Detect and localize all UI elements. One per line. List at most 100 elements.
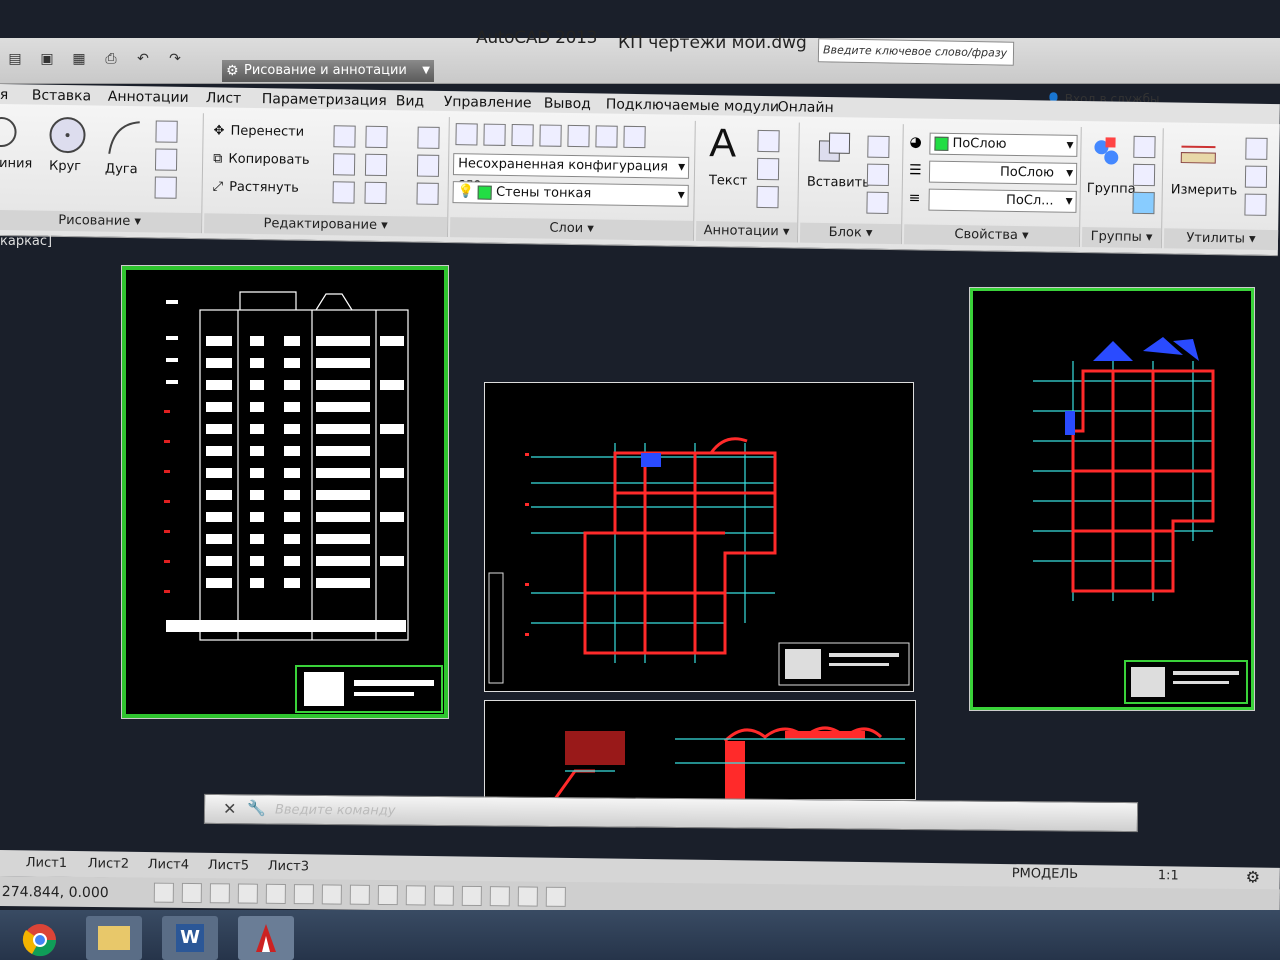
layer-state-dropdown[interactable]: Несохраненная конфигурация сло▼: [452, 153, 690, 192]
ducs-icon[interactable]: [377, 884, 398, 906]
tab-manage[interactable]: Управление: [444, 94, 532, 111]
modify-panel-title[interactable]: Редактирование ▾: [203, 213, 448, 238]
fillet-icon[interactable]: [364, 153, 388, 177]
layout-tab-2[interactable]: Лист2: [88, 856, 129, 872]
close-icon[interactable]: ✕: [223, 799, 237, 818]
chrome-icon[interactable]: [14, 916, 64, 960]
copy-button[interactable]: ⧉ Копировать: [213, 151, 310, 168]
file-explorer-icon[interactable]: [86, 916, 142, 960]
layout-tab-3[interactable]: Лист3: [268, 859, 309, 875]
save-icon[interactable]: ▣: [38, 50, 56, 68]
properties-panel-title[interactable]: Свойства ▾: [903, 224, 1080, 247]
trim-icon[interactable]: [365, 125, 388, 149]
insert-button[interactable]: Вставить: [807, 175, 870, 191]
layers-panel-title[interactable]: Слои ▾: [449, 217, 694, 241]
quick-select-icon[interactable]: [1245, 137, 1268, 160]
measure-button[interactable]: Измерить: [1171, 182, 1238, 198]
leader-icon[interactable]: [756, 157, 780, 181]
sheet-floor-plan[interactable]: [484, 382, 914, 692]
rotate-icon[interactable]: [333, 125, 356, 148]
dimension-icon[interactable]: [757, 129, 780, 153]
text-icon[interactable]: A: [709, 121, 736, 166]
region-icon[interactable]: [154, 176, 177, 199]
groups-panel-title[interactable]: Группы ▾: [1081, 227, 1162, 249]
command-input[interactable]: Введите команду: [275, 803, 396, 819]
rectangle-icon[interactable]: [155, 120, 178, 143]
open-icon[interactable]: ▤: [6, 50, 24, 68]
select-all-icon[interactable]: [1244, 165, 1268, 188]
text-button[interactable]: Текст: [709, 173, 748, 189]
group-edit-icon[interactable]: [1132, 163, 1156, 187]
gear-icon[interactable]: ⚙: [1246, 867, 1261, 886]
autocad-icon[interactable]: [238, 916, 294, 960]
calculator-icon[interactable]: [1244, 193, 1267, 216]
sheet-section[interactable]: [484, 700, 916, 800]
layer-isolate-icon[interactable]: [511, 124, 534, 147]
command-line[interactable]: ✕ 🔧 Введите команду: [203, 793, 1139, 833]
arc-button[interactable]: Дуга: [105, 162, 138, 178]
quick-properties-icon[interactable]: [489, 886, 510, 907]
stretch-button[interactable]: ⤢ Растянуть: [213, 179, 299, 195]
linetype-dropdown[interactable]: ПоСлою ▼: [928, 160, 1078, 185]
lineweight-dropdown[interactable]: ПоСл... ▼: [928, 188, 1077, 213]
create-block-icon[interactable]: [867, 135, 890, 158]
line-button[interactable]: иния: [0, 156, 32, 172]
explode-icon[interactable]: [416, 154, 440, 177]
group-button[interactable]: Группа: [1087, 181, 1136, 197]
undo-icon[interactable]: ↶: [134, 50, 152, 68]
layer-lock-icon[interactable]: [595, 125, 618, 148]
color-dropdown[interactable]: ПоСлою ▼: [929, 132, 1078, 157]
circle-button[interactable]: Круг: [49, 159, 81, 175]
tab-parametric[interactable]: Параметризация: [262, 91, 387, 109]
tab-insert[interactable]: Вставка: [32, 88, 92, 105]
measure-icon[interactable]: [1179, 143, 1219, 172]
color-wheel-icon[interactable]: ◕: [909, 134, 921, 150]
tab-home[interactable]: я: [0, 87, 8, 103]
polar-icon[interactable]: [265, 883, 286, 904]
tab-online[interactable]: Онлайн: [778, 99, 834, 116]
workspace-dropdown[interactable]: ⚙ Рисование и аннотации ▼: [222, 60, 434, 82]
otrack-icon[interactable]: [349, 884, 370, 905]
current-layer-dropdown[interactable]: 💡 Стены тонкая ▼: [452, 181, 689, 207]
layout-tab-4[interactable]: Лист4: [148, 857, 189, 873]
infer-constraints-icon[interactable]: [153, 882, 174, 903]
lineweight-toggle-icon[interactable]: [433, 885, 454, 906]
annotation-scale[interactable]: 1:1: [1158, 868, 1179, 883]
layer-match-icon[interactable]: [623, 125, 646, 149]
snap-icon[interactable]: [181, 882, 202, 904]
block-panel-title[interactable]: Блок ▾: [799, 222, 902, 245]
annotation-panel-title[interactable]: Аннотации ▾: [695, 220, 798, 243]
plot-icon[interactable]: ⎙: [102, 50, 120, 68]
array-icon[interactable]: [364, 181, 387, 205]
layer-freeze-icon[interactable]: [567, 124, 590, 148]
hatch-icon[interactable]: [154, 148, 178, 171]
selection-cycling-icon[interactable]: [517, 886, 538, 907]
line-icon[interactable]: [0, 114, 22, 154]
sheet-facade[interactable]: [121, 265, 449, 719]
layer-state-icon[interactable]: [483, 123, 506, 146]
saveas-icon[interactable]: ▦: [70, 50, 88, 68]
tab-view[interactable]: Вид: [396, 93, 425, 109]
ungroup-icon[interactable]: [1133, 135, 1156, 159]
layout-tab-1[interactable]: Лист1: [26, 855, 67, 871]
search-input[interactable]: Введите ключевое слово/фразу: [817, 38, 1015, 66]
group-select-icon[interactable]: [1132, 191, 1155, 215]
tab-annotate[interactable]: Аннотации: [108, 89, 189, 106]
viewport-controls[interactable]: каркас]: [0, 234, 52, 249]
annotation-monitor-icon[interactable]: [545, 886, 566, 907]
model-toggle[interactable]: РМОДЕЛЬ: [1012, 866, 1079, 882]
redo-icon[interactable]: ↷: [166, 50, 184, 68]
insert-block-icon[interactable]: [813, 129, 854, 170]
circle-icon[interactable]: [47, 115, 88, 156]
scale-icon[interactable]: [332, 181, 355, 204]
sheet-second-plan[interactable]: [969, 287, 1255, 711]
mirror-icon[interactable]: [332, 153, 356, 176]
erase-icon[interactable]: [417, 126, 440, 149]
tab-layout[interactable]: Лист: [206, 90, 242, 107]
attribute-icon[interactable]: [866, 191, 889, 214]
ortho-icon[interactable]: [237, 883, 258, 904]
edit-block-icon[interactable]: [866, 163, 890, 186]
offset-icon[interactable]: [416, 182, 439, 205]
transparency-icon[interactable]: [461, 885, 482, 907]
table-icon[interactable]: [756, 185, 779, 209]
